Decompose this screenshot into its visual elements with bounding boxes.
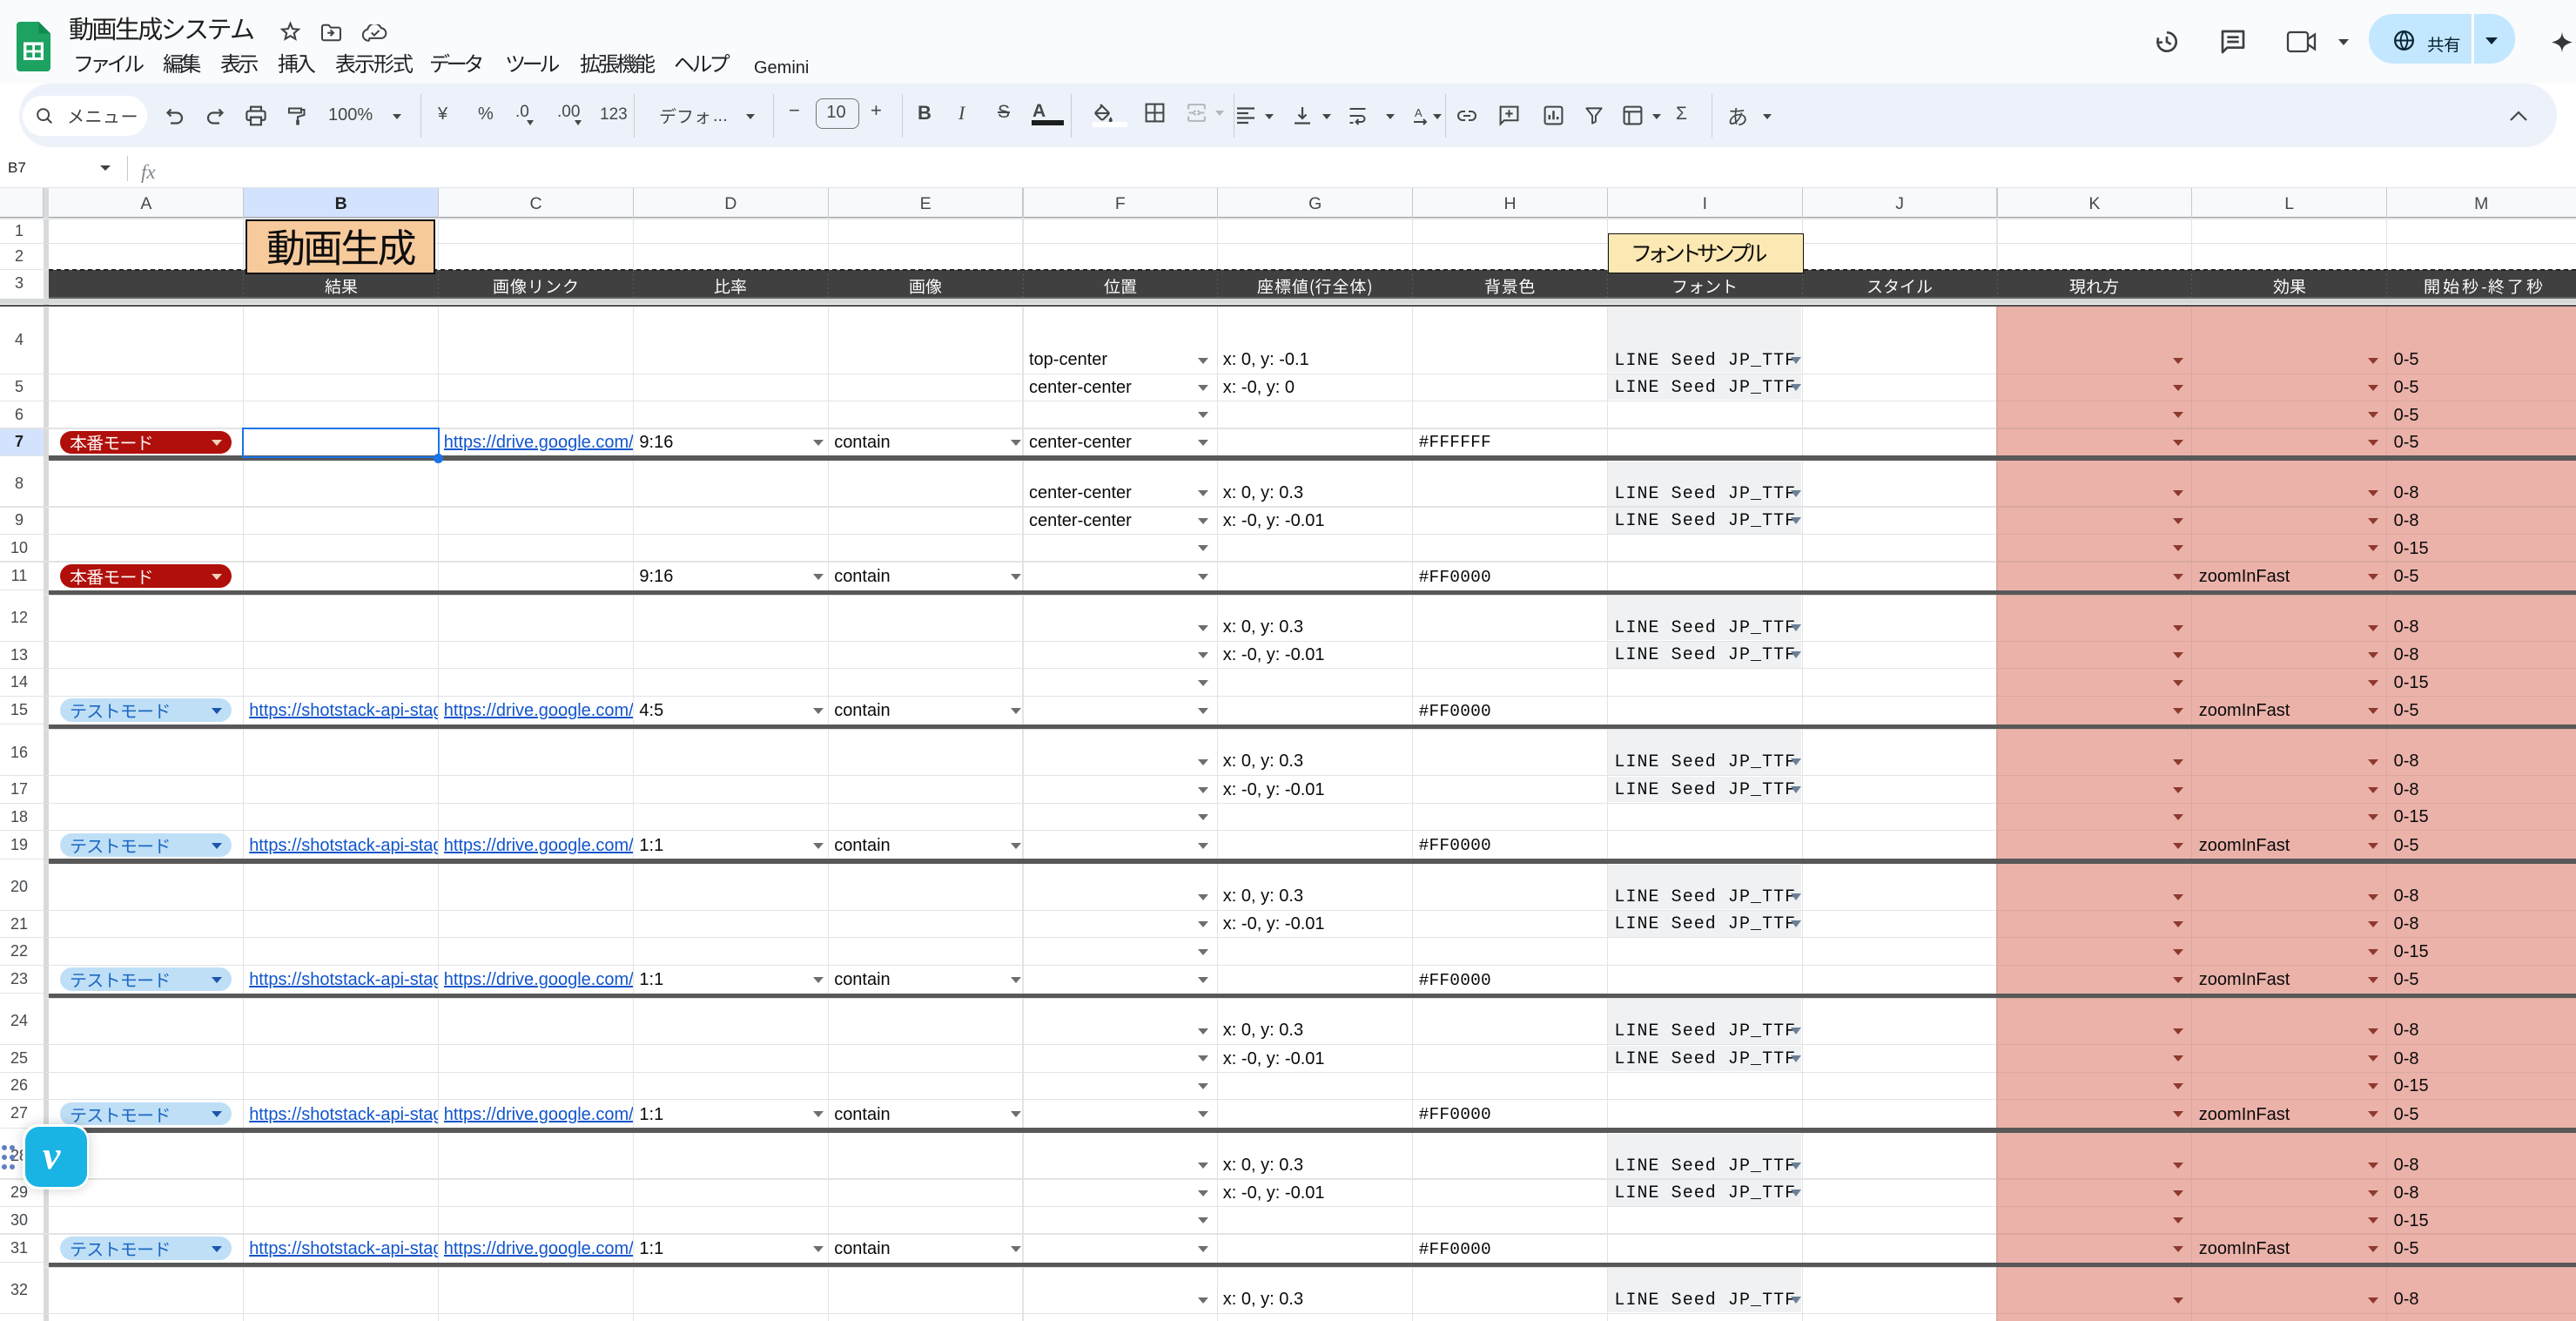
svg-text:A: A [1415, 106, 1423, 119]
